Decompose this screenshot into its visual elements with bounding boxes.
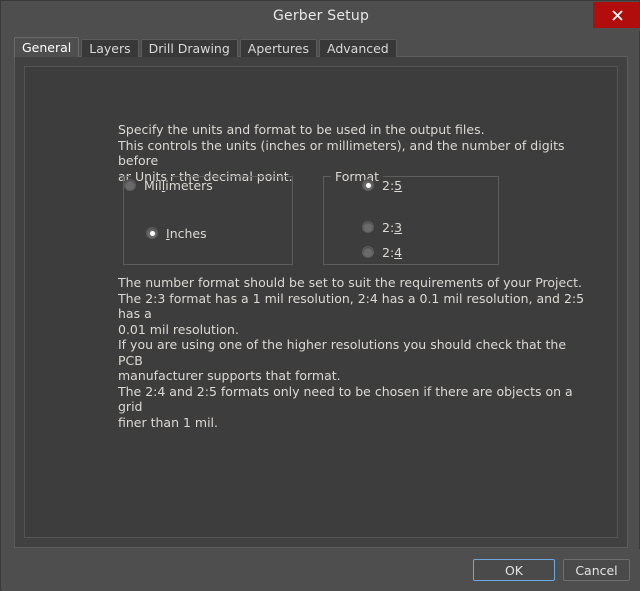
radio-format-2-5-label: 2:5 bbox=[382, 178, 402, 193]
radio-indicator-icon bbox=[146, 227, 158, 239]
units-group-box: Units Inches Millimeters bbox=[123, 176, 293, 265]
format-group-box: Format 2:3 2:4 2:5 bbox=[323, 176, 499, 265]
tab-page-general: Specify the units and format to be used … bbox=[14, 56, 628, 548]
dialog-footer: OK Cancel bbox=[2, 549, 640, 591]
radio-format-2-3-label: 2:3 bbox=[382, 220, 402, 235]
title-bar: Gerber Setup bbox=[2, 2, 640, 31]
tab-page-content: Specify the units and format to be used … bbox=[24, 66, 618, 538]
close-button[interactable] bbox=[593, 2, 640, 28]
radio-units-inches[interactable]: Inches bbox=[146, 225, 207, 241]
radio-indicator-icon bbox=[362, 179, 374, 191]
tab-drill-drawing[interactable]: Drill Drawing bbox=[141, 39, 238, 57]
tab-general[interactable]: General bbox=[14, 37, 79, 57]
radio-indicator-icon bbox=[362, 221, 374, 233]
radio-format-2-4[interactable]: 2:4 bbox=[362, 244, 402, 260]
tab-advanced[interactable]: Advanced bbox=[319, 39, 397, 57]
radio-format-2-4-label: 2:4 bbox=[382, 245, 402, 260]
radio-units-millimeters[interactable]: Millimeters bbox=[124, 177, 213, 193]
radio-units-inches-label: Inches bbox=[166, 226, 207, 241]
window-title: Gerber Setup bbox=[2, 2, 640, 31]
close-icon bbox=[612, 10, 623, 21]
radio-format-2-5[interactable]: 2:5 bbox=[362, 177, 402, 193]
tab-apertures[interactable]: Apertures bbox=[240, 39, 317, 57]
tab-strip: General Layers Drill Drawing Apertures A… bbox=[14, 38, 399, 57]
detail-description: The number format should be set to suit … bbox=[118, 275, 588, 430]
cancel-button[interactable]: Cancel bbox=[563, 559, 630, 581]
tab-layers[interactable]: Layers bbox=[81, 39, 138, 57]
radio-indicator-icon bbox=[362, 246, 374, 258]
gerber-setup-dialog: Gerber Setup General Layers Drill Drawin… bbox=[0, 0, 640, 591]
ok-button[interactable]: OK bbox=[473, 559, 555, 581]
radio-format-2-3[interactable]: 2:3 bbox=[362, 219, 402, 235]
radio-indicator-icon bbox=[124, 179, 136, 191]
radio-units-millimeters-label: Millimeters bbox=[144, 178, 213, 193]
